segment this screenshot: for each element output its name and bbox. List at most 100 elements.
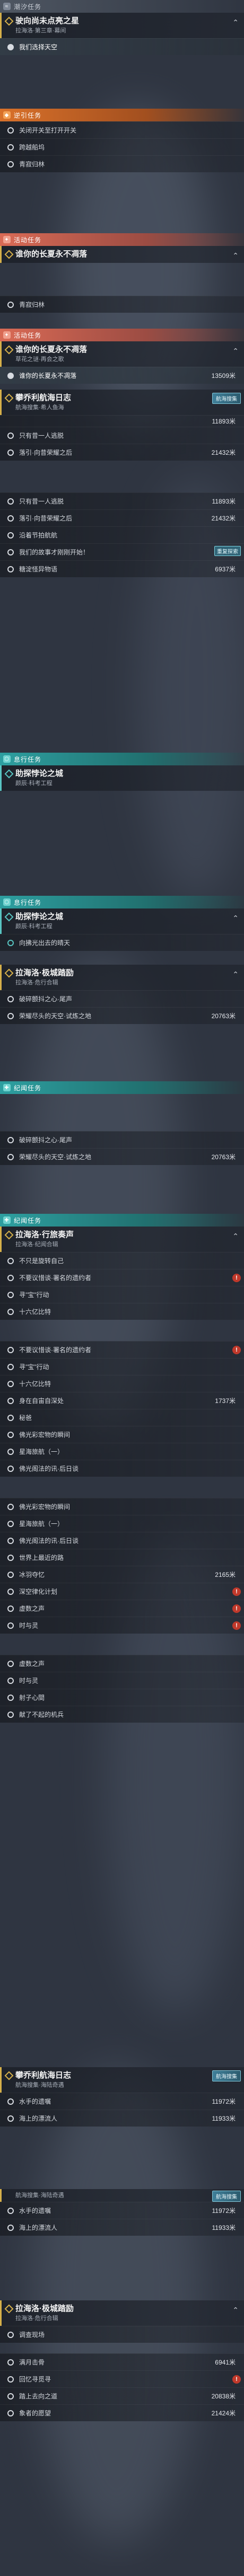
quest-step[interactable]: 十六亿比特 (0, 1375, 244, 1392)
step-label: 青寂归林 (19, 301, 45, 308)
quest-step[interactable]: 深空律化计划! (0, 1583, 244, 1600)
category-header: ⬡ 息行任务 (0, 896, 244, 908)
quest-step[interactable]: 十六亿比特 (0, 1303, 244, 1320)
category-header: ≈ 潮汐任务 (0, 0, 244, 13)
expedition-icon: ⬡ (3, 898, 11, 906)
tracker-segment-2: ◆ 逆引任务 关闭开关至打开开关 跨越船坞 青寂归林 (0, 109, 244, 172)
quest-marker-icon (4, 345, 14, 355)
category-label: 息行任务 (14, 898, 42, 906)
quest-step[interactable]: 破碎颤抖之心·尾声 (0, 990, 244, 1007)
quest-card[interactable]: 拉海洛·行旅奏声 拉海洛·纪闻合辑 ⌃ (0, 1227, 244, 1252)
quest-step[interactable]: 水手的遗嘱 11972米 (0, 2202, 244, 2219)
tracker-segment-10: ✚ 纪闻任务 拉海洛·行旅奏声 拉海洛·纪闻合辑 ⌃ 不只是旋转自己 不要议惜谈… (0, 1214, 244, 1723)
quest-step[interactable]: 海上的漂流人 11933米 (0, 2219, 244, 2236)
step-bullet-icon (7, 2098, 14, 2105)
chevron-up-icon[interactable]: ⌃ (232, 914, 239, 923)
quest-card[interactable]: 谁你的长夏永不凋落 草花之谜·再会之歌 ⌃ (0, 341, 244, 367)
step-label: 时与灵 (19, 1677, 39, 1684)
quest-step[interactable]: 水手的遗嘱 11972米 (0, 2093, 244, 2110)
quest-card[interactable]: 驶向尚未点亮之星 拉海洛·第三章·幕间 ⌃ (0, 13, 244, 38)
tracker-segment-4: ✦ 活动任务 谁你的长夏永不凋落 草花之谜·再会之歌 ⌃ 谁你的长夏永不凋落 1… (0, 329, 244, 384)
quest-step[interactable]: 射子心間 (0, 1689, 244, 1706)
chevron-up-icon[interactable]: ⌃ (232, 18, 239, 27)
quest-card[interactable]: 谁你的长夏永不凋落 ⌃ (0, 246, 244, 263)
step-distance: 1737米 (215, 1397, 236, 1405)
step-label: 落引·向昔荣耀之后 (19, 515, 72, 522)
step-bullet-icon (7, 2359, 14, 2366)
quest-step[interactable]: 只有昔一人逃脱 11893米 (0, 492, 244, 509)
tracker-segment-5: 攀乔利航海日志 航海搜集·希人鱼海 航海搜集 11893米 只有昔一人逃脱 落引… (0, 390, 244, 577)
quest-step[interactable]: 破碎颤抖之心·尾声 (0, 1131, 244, 1148)
quest-step[interactable]: 虚数之声! (0, 1600, 244, 1617)
quest-step[interactable]: 向拂光出去的晴天 (0, 934, 244, 951)
step-bullet-icon (7, 940, 14, 946)
step-bullet-icon (7, 2332, 14, 2338)
quest-step[interactable]: 寻"宝"行动 (0, 1358, 244, 1375)
quest-step[interactable]: 落引·向昔荣耀之后 21432米 (0, 444, 244, 461)
quest-step[interactable]: 秘爸 (0, 1409, 244, 1426)
quest-step[interactable]: 佛光彩宏物的瞬间 (0, 1426, 244, 1443)
quest-step[interactable]: 时与灵 (0, 1672, 244, 1689)
quest-card[interactable]: 拉海洛·极城踏励 拉海洛·危行合辑 ⌃ (0, 2300, 244, 2326)
quest-step[interactable]: 冰羽夺忆 2165米 (0, 1566, 244, 1583)
quest-step[interactable]: 沿着节拍航航 (0, 526, 244, 543)
quest-step[interactable]: 我们选择天空 (0, 38, 244, 55)
step-bullet-icon (7, 1622, 14, 1629)
quest-step[interactable]: 身在自宙自深处 1737米 (0, 1392, 244, 1409)
quest-step[interactable]: 佛光阁法的讯·后日谈 (0, 1460, 244, 1477)
quest-step[interactable]: 象者的愿望 21424米 (0, 2404, 244, 2421)
quest-step[interactable]: 青寂归林 (0, 155, 244, 172)
quest-step[interactable]: 佛光阁法的讯·后日谈 (0, 1532, 244, 1549)
quest-step[interactable]: 关闭开关至打开开关 (0, 121, 244, 138)
quest-step[interactable]: 星海旅航（一） (0, 1515, 244, 1532)
quest-step[interactable]: 海上的漂流人 11933米 (0, 2110, 244, 2127)
quest-card[interactable]: 助探悖论之城 颜辰·科考工程 (0, 765, 244, 791)
quest-step[interactable]: 虚数之声 (0, 1655, 244, 1672)
quest-step[interactable]: 不要议惜谈·署名的遗约者! (0, 1269, 244, 1286)
quest-step[interactable]: 荣耀尽头的天空·试炼之地 20763米 (0, 1007, 244, 1024)
quest-step[interactable]: 落引·向昔荣耀之后 21432米 (0, 509, 244, 526)
quest-step[interactable]: 时与灵! (0, 1617, 244, 1634)
quest-step[interactable]: 不要议惜谈·署名的遗约者! (0, 1341, 244, 1358)
category-label: 息行任务 (14, 755, 42, 763)
quest-step[interactable]: 调查现场 (0, 2326, 244, 2343)
chevron-up-icon[interactable]: ⌃ (232, 1232, 239, 1241)
quest-title: 拉海洛·极城踏励 (15, 968, 74, 977)
quest-step[interactable]: 献了不起的机兵 (0, 1706, 244, 1723)
step-bullet-icon (7, 2376, 14, 2383)
quest-step[interactable]: 满月击骨 6941米 (0, 2353, 244, 2370)
quest-step[interactable]: 回忆寻觅寻! (0, 2370, 244, 2387)
quest-step[interactable]: 青寂归林 (0, 296, 244, 313)
alert-icon: ! (232, 1274, 241, 1282)
quest-step[interactable]: 糖淀怪异物语 6937米 (0, 560, 244, 577)
quest-card[interactable]: 攀乔利航海日志 航海搜集·海陆奇遇 航海搜集 (0, 2067, 244, 2093)
quest-step[interactable]: 踏上去向之道 20838米 (0, 2387, 244, 2404)
quest-card[interactable]: 助探悖论之城 颜辰·科考工程 ⌃ (0, 908, 244, 934)
quest-card[interactable]: 拉海洛·极城踏励 拉海洛·危行合辑 ⌃ (0, 965, 244, 990)
quest-step[interactable]: 荣耀尽头的天空·试炼之地 20763米 (0, 1148, 244, 1165)
quest-subtitle: 拉海洛·纪闻合辑 (15, 1241, 58, 1248)
quest-card[interactable]: 攀乔利航海日志 航海搜集·希人鱼海 航海搜集 (0, 390, 244, 415)
quest-step[interactable]: 佛光彩宏物的瞬间 (0, 1498, 244, 1515)
step-distance: 21424米 (211, 2410, 236, 2417)
step-label: 荣耀尽头的天空·试炼之地 (19, 1153, 91, 1161)
quest-step[interactable]: 星海旅航（一） (0, 1443, 244, 1460)
tracker-segment-6: ⬡ 息行任务 助探悖论之城 颜辰·科考工程 (0, 753, 244, 791)
step-label: 佛光彩宏物的瞬间 (19, 1431, 71, 1439)
quest-step[interactable]: 11893米 (0, 415, 244, 427)
quest-step[interactable]: 我们的故事才刚刚开始！ 重复探索 (0, 543, 244, 560)
quest-step[interactable]: 不只是旋转自己 (0, 1252, 244, 1269)
chevron-up-icon[interactable]: ⌃ (232, 970, 239, 979)
chevron-up-icon[interactable]: ⌃ (232, 251, 239, 260)
quest-subtitle: 航海搜集·希人鱼海 (15, 404, 64, 411)
chevron-up-icon[interactable]: ⌃ (232, 2306, 239, 2315)
chevron-up-icon[interactable]: ⌃ (232, 347, 239, 356)
step-distance: 13509米 (211, 372, 236, 380)
quest-step[interactable]: 谁你的长夏永不凋落 13509米 (0, 367, 244, 384)
quest-step[interactable]: 只有昔一人逃脱 (0, 427, 244, 444)
quest-step[interactable]: 寻"宝"行动 (0, 1286, 244, 1303)
quest-marker-icon (4, 250, 14, 259)
quest-card[interactable]: 航海搜集·海陆奇遇 航海搜集 (0, 2189, 244, 2202)
quest-step[interactable]: 跨越船坞 (0, 138, 244, 155)
quest-step[interactable]: 世界上最近的路 (0, 1549, 244, 1566)
